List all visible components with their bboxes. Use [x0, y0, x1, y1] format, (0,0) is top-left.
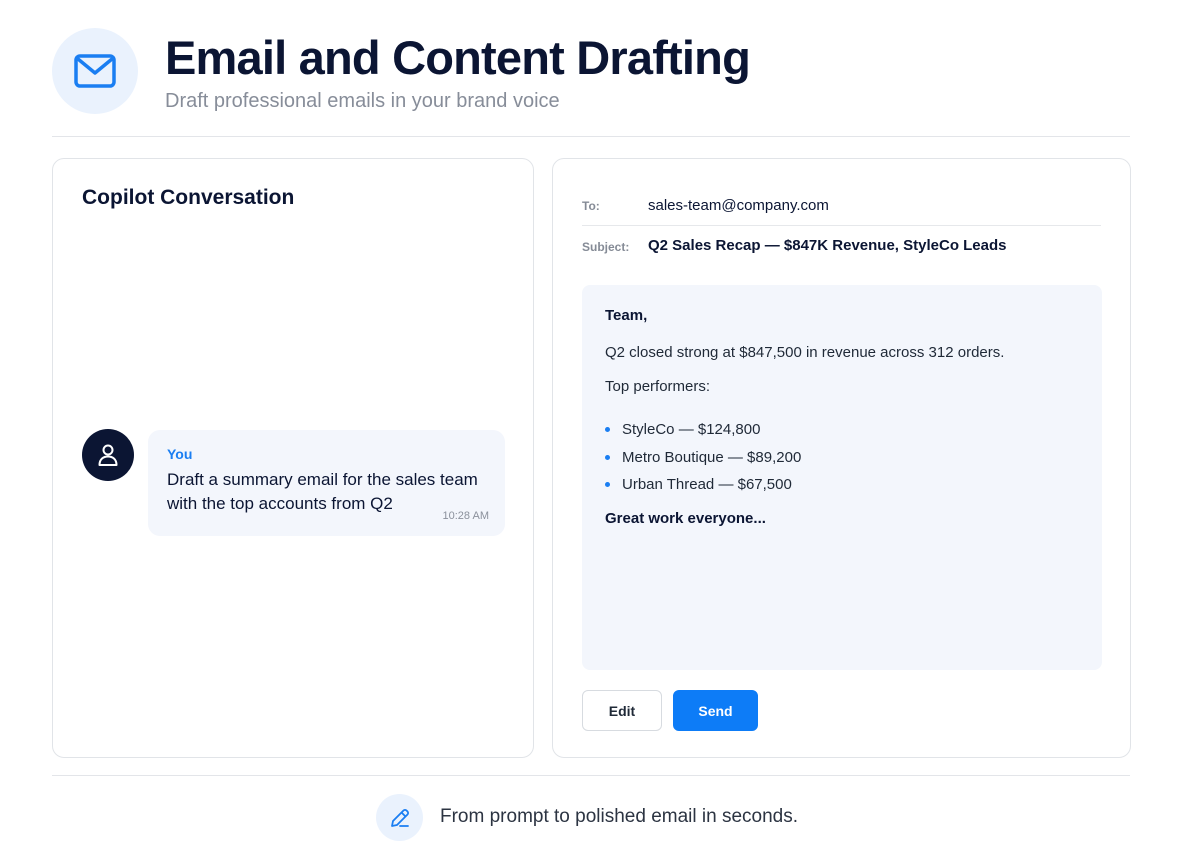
message-sender: You — [167, 446, 193, 462]
bullet-icon — [605, 454, 610, 460]
send-button[interactable]: Send — [673, 690, 758, 731]
email-closing: Great work everyone... — [605, 510, 766, 527]
page-title: Email and Content Drafting — [165, 31, 751, 84]
mail-icon — [52, 28, 138, 114]
avatar — [82, 429, 134, 481]
subject-field[interactable]: Q2 Sales Recap — $847K Revenue, StyleCo … — [648, 237, 1007, 254]
field-divider — [582, 225, 1101, 226]
conversation-title: Copilot Conversation — [82, 186, 295, 209]
message-bubble: You Draft a summary email for the sales … — [148, 430, 505, 536]
message-text: Draft a summary email for the sales team… — [167, 470, 478, 513]
page-header: Email and Content Drafting Draft profess… — [52, 28, 1130, 136]
email-paragraph: Q2 closed strong at $847,500 in revenue … — [605, 344, 1005, 361]
to-field[interactable]: sales-team@company.com — [648, 197, 829, 214]
email-draft-panel: To: sales-team@company.com Subject: Q2 S… — [552, 158, 1131, 758]
subject-label: Subject: — [582, 240, 630, 254]
bullet-icon — [605, 427, 610, 433]
user-icon — [98, 444, 118, 466]
email-paragraph: Top performers: — [605, 378, 711, 395]
footer-tagline: From prompt to polished email in seconds… — [440, 806, 798, 827]
top-performers-list: StyleCo — $124,800 Metro Boutique — $89,… — [605, 416, 801, 499]
email-greeting: Team, — [605, 307, 648, 324]
to-label: To: — [582, 199, 600, 213]
pencil-icon — [376, 794, 423, 841]
email-body[interactable]: Team, Q2 closed strong at $847,500 in re… — [582, 285, 1102, 670]
list-item: Metro Boutique — $89,200 — [605, 444, 801, 472]
bullet-icon — [605, 482, 610, 488]
message-timestamp: 10:28 AM — [442, 510, 489, 522]
list-item: Urban Thread — $67,500 — [605, 471, 801, 499]
footer-divider — [52, 775, 1130, 776]
edit-button[interactable]: Edit — [582, 690, 662, 731]
page-subtitle: Draft professional emails in your brand … — [165, 90, 560, 112]
conversation-panel: Copilot Conversation You Draft a summary… — [52, 158, 534, 758]
list-item: StyleCo — $124,800 — [605, 416, 801, 444]
header-divider — [52, 136, 1130, 137]
